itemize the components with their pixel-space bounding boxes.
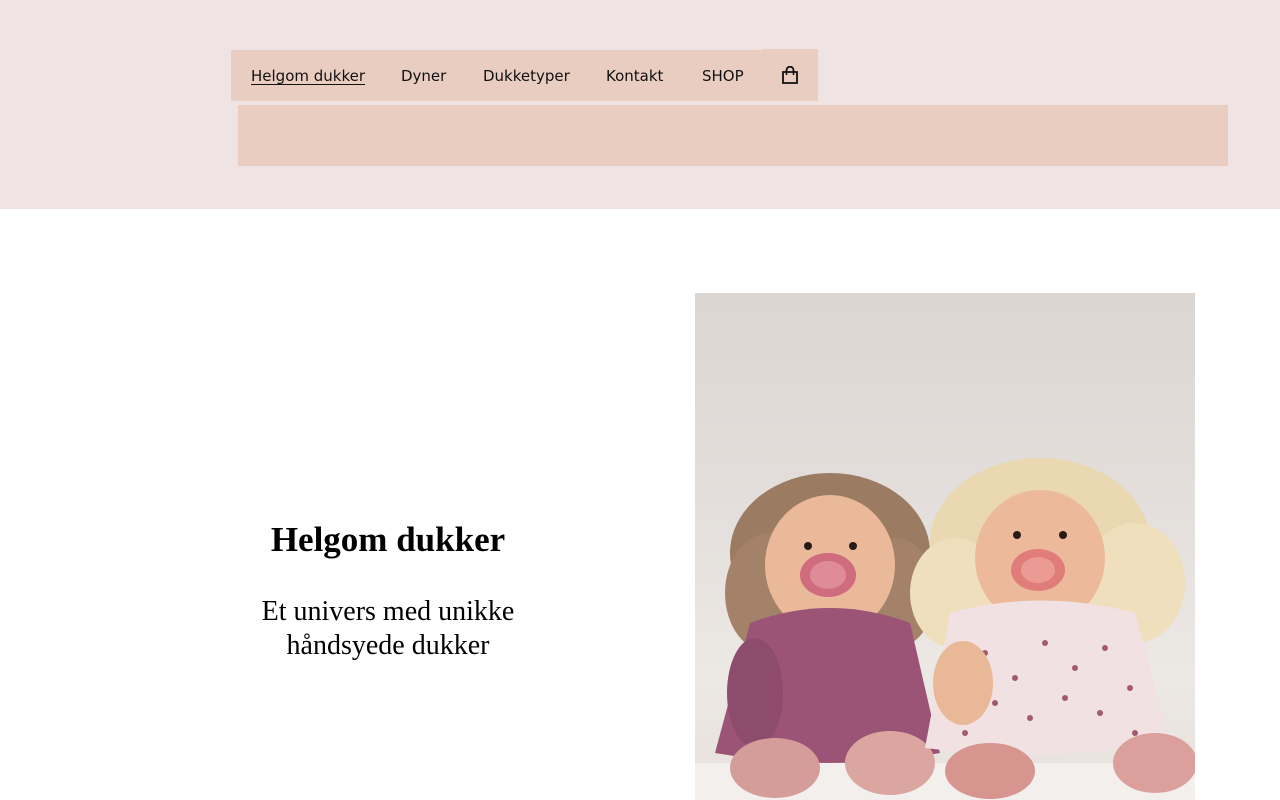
nav-item-kontakt[interactable]: Kontakt: [606, 67, 663, 85]
hero-photo-dolls: [695, 293, 1195, 800]
nav-item-dyner[interactable]: Dyner: [401, 67, 446, 85]
nav-item-helgom-dukker[interactable]: Helgom dukker: [251, 67, 365, 85]
dolls-illustration: [695, 458, 1195, 800]
hero-title: Helgom dukker: [270, 520, 506, 559]
nav-item-dukketyper[interactable]: Dukketyper: [483, 67, 570, 85]
site-header: Helgom dukker Dyner Dukketyper Kontakt S…: [0, 0, 1280, 209]
hero-subtitle-line-1: Et univers med unikke: [261, 596, 515, 627]
hero-subtitle: Et univers med unikke håndsyede dukker: [230, 595, 546, 663]
hero-section: Helgom dukker Et univers med unikke hånd…: [230, 515, 546, 663]
main-nav: Helgom dukker Dyner Dukketyper Kontakt S…: [231, 49, 818, 101]
shopping-bag-icon: [781, 66, 799, 84]
header-banner: [238, 105, 1228, 166]
nav-item-shop[interactable]: SHOP: [702, 67, 744, 85]
hero-subtitle-line-2: håndsyede dukker: [286, 630, 490, 661]
cart-button[interactable]: [762, 49, 818, 101]
